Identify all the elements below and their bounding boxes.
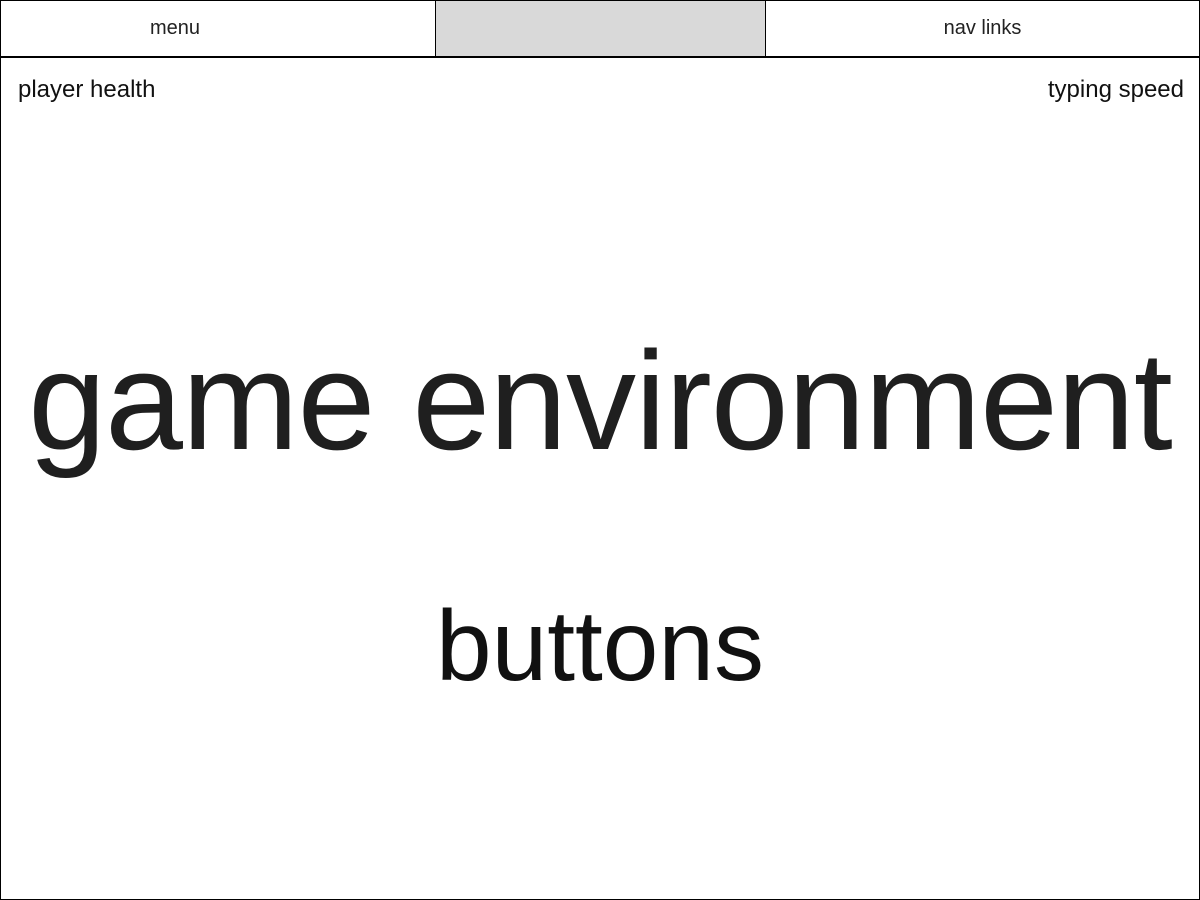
- buttons-area[interactable]: buttons: [1, 596, 1199, 696]
- game-environment: game environment: [28, 322, 1173, 479]
- menu-button[interactable]: menu: [1, 1, 436, 56]
- header-center-slot: [436, 1, 765, 56]
- menu-label: menu: [149, 17, 201, 39]
- top-bar: menu nav links: [1, 1, 1199, 58]
- nav-links-label: nav links: [943, 17, 1022, 39]
- player-health: player health: [18, 76, 156, 103]
- app-frame: menu nav links player health typing spee…: [0, 0, 1200, 900]
- typing-speed: typing speed: [1047, 76, 1184, 103]
- nav-links[interactable]: nav links: [765, 1, 1199, 56]
